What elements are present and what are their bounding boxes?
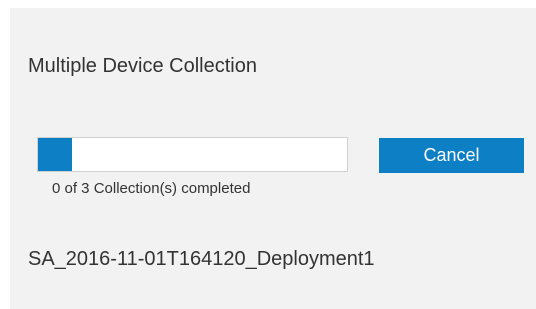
collection-progress-bar bbox=[37, 137, 348, 172]
progress-dialog: Multiple Device Collection Cancel 0 of 3… bbox=[10, 8, 536, 309]
progress-bar-fill bbox=[38, 138, 72, 171]
deployment-name: SA_2016-11-01T164120_Deployment1 bbox=[28, 248, 375, 270]
progress-status-text: 0 of 3 Collection(s) completed bbox=[52, 180, 251, 197]
dialog-title: Multiple Device Collection bbox=[28, 55, 257, 77]
cancel-button[interactable]: Cancel bbox=[379, 138, 524, 173]
